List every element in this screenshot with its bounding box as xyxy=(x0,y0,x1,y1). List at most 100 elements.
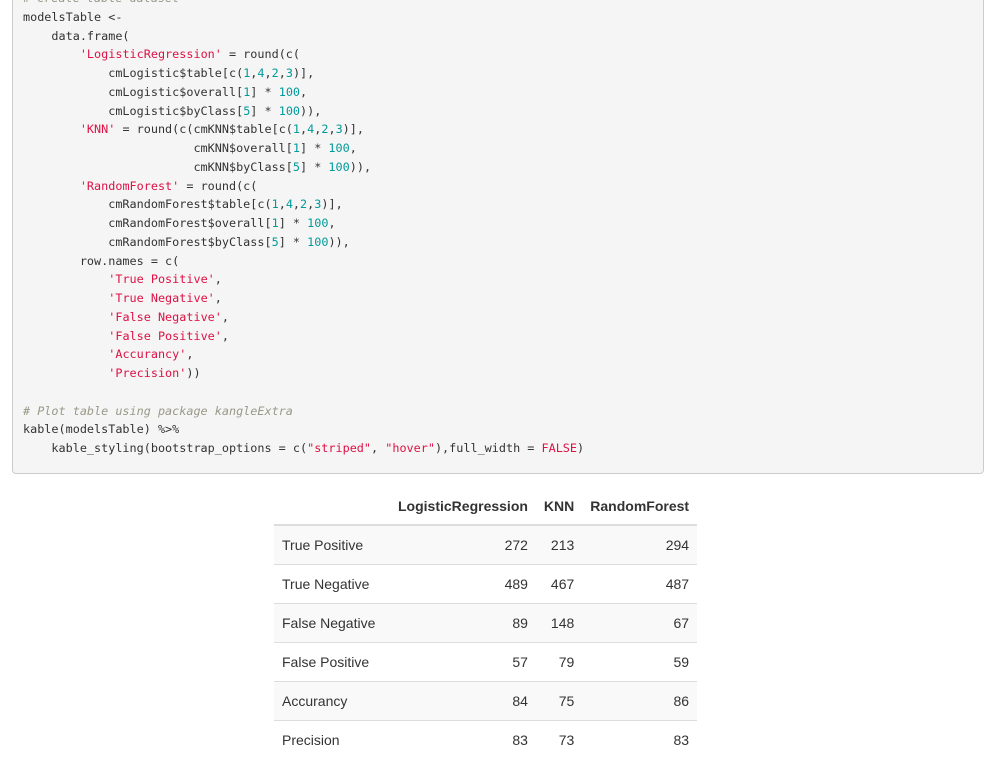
code-line: # Plot table using package kangleExtra xyxy=(23,402,983,421)
code-token-number: 100 xyxy=(328,160,349,174)
row-label: Accurancy xyxy=(274,682,390,721)
code-line: cmLogistic$byClass[5] * 100)), xyxy=(23,102,983,121)
code-token-plain: )], xyxy=(343,122,364,136)
cell-knn: 73 xyxy=(536,721,582,759)
code-token-number: 3 xyxy=(336,122,343,136)
code-token-string: 'True Positive' xyxy=(108,272,215,286)
code-token-plain: = round(c( xyxy=(179,179,257,193)
code-token-plain: , xyxy=(328,122,335,136)
code-token-plain: cmKNN$byClass[ xyxy=(23,160,293,174)
code-token-number: 3 xyxy=(286,66,293,80)
code-token-string: 'Accurancy' xyxy=(108,347,186,361)
code-token-number: 100 xyxy=(279,85,300,99)
table-row: Precision 83 73 83 xyxy=(274,721,697,759)
code-block: # Create table dataset modelsTable <- dat… xyxy=(12,0,984,474)
row-label: True Negative xyxy=(274,565,390,604)
code-token-plain xyxy=(23,122,80,136)
cell-knn: 75 xyxy=(536,682,582,721)
code-token-plain: )), xyxy=(300,104,321,118)
table-row: Accurancy 84 75 86 xyxy=(274,682,697,721)
code-token-plain: cmKNN$overall[ xyxy=(23,141,293,155)
code-token-plain: )) xyxy=(186,366,200,380)
code-token-plain: , xyxy=(350,141,357,155)
code-token-plain xyxy=(23,329,108,343)
code-token-plain: , xyxy=(279,197,286,211)
code-line: 'False Positive', xyxy=(23,327,983,346)
code-token-number: 1 xyxy=(272,197,279,211)
code-token-plain: )), xyxy=(350,160,371,174)
table-header-row: LogisticRegression KNN RandomForest xyxy=(274,488,697,525)
code-token-plain: modelsTable <- xyxy=(23,10,122,24)
code-token-comment: # Create table dataset xyxy=(23,0,179,5)
code-line: cmRandomForest$overall[1] * 100, xyxy=(23,214,983,233)
code-token-string: 'KNN' xyxy=(80,122,116,136)
code-token-plain: ] * xyxy=(250,85,278,99)
code-token-string: 'LogisticRegression' xyxy=(80,47,222,61)
table-row: False Positive 57 79 59 xyxy=(274,643,697,682)
code-line: 'True Negative', xyxy=(23,289,983,308)
table-row: True Negative 489 467 487 xyxy=(274,565,697,604)
code-token-plain: , xyxy=(371,441,385,455)
code-line: data.frame( xyxy=(23,27,983,46)
code-token-plain: , xyxy=(215,291,222,305)
code-line: cmRandomForest$byClass[5] * 100)), xyxy=(23,233,983,252)
code-token-plain: )], xyxy=(293,66,314,80)
code-token-plain: cmLogistic$byClass[ xyxy=(23,104,243,118)
code-token-plain: data.frame( xyxy=(23,29,130,43)
table-row: True Positive 272 213 294 xyxy=(274,525,697,565)
code-line: 'Precision')) xyxy=(23,364,983,383)
code-token-comment: # Plot table using package kangleExtra xyxy=(23,404,293,418)
code-token-plain: , xyxy=(222,329,229,343)
code-line: 'KNN' = round(c(cmKNN$table[c(1,4,2,3)], xyxy=(23,120,983,139)
cell-knn: 148 xyxy=(536,604,582,643)
table-header-corner xyxy=(274,488,390,525)
code-token-number: 100 xyxy=(307,235,328,249)
code-token-plain: ] * xyxy=(279,235,307,249)
code-token-string: 'False Positive' xyxy=(108,329,222,343)
code-source: # Create table dataset modelsTable <- dat… xyxy=(23,0,983,458)
code-token-number: 5 xyxy=(272,235,279,249)
table-header-knn: KNN xyxy=(536,488,582,525)
code-line: cmLogistic$table[c(1,4,2,3)], xyxy=(23,64,983,83)
code-token-plain: = round(c(cmKNN$table[c( xyxy=(115,122,293,136)
row-label: Precision xyxy=(274,721,390,759)
code-token-plain xyxy=(23,47,80,61)
code-token-plain: , xyxy=(293,197,300,211)
cell-randomforest: 59 xyxy=(582,643,697,682)
code-token-number: 4 xyxy=(286,197,293,211)
code-token-plain: cmLogistic$overall[ xyxy=(23,85,243,99)
cell-knn: 79 xyxy=(536,643,582,682)
code-token-plain: row.names = c( xyxy=(23,254,179,268)
code-token-plain xyxy=(23,310,108,324)
code-line: # Create table dataset xyxy=(23,0,983,8)
code-token-plain: ] * xyxy=(300,141,328,155)
code-token-plain xyxy=(23,291,108,305)
cell-randomforest: 294 xyxy=(582,525,697,565)
code-token-number: 2 xyxy=(272,66,279,80)
code-line: cmLogistic$overall[1] * 100, xyxy=(23,83,983,102)
table-row: False Negative 89 148 67 xyxy=(274,604,697,643)
code-token-plain: , xyxy=(328,216,335,230)
code-token-plain xyxy=(23,272,108,286)
code-token-string: 'False Negative' xyxy=(108,310,222,324)
row-label: False Negative xyxy=(274,604,390,643)
code-token-plain: = round(c( xyxy=(222,47,300,61)
cell-logistic: 89 xyxy=(390,604,536,643)
cell-randomforest: 86 xyxy=(582,682,697,721)
code-token-number: 1 xyxy=(293,122,300,136)
code-token-string: 'RandomForest' xyxy=(80,179,179,193)
code-token-plain: cmRandomForest$byClass[ xyxy=(23,235,272,249)
code-token-number: 5 xyxy=(293,160,300,174)
code-token-number: 4 xyxy=(257,66,264,80)
code-token-plain: ),full_width = xyxy=(435,441,542,455)
code-token-number: 100 xyxy=(279,104,300,118)
code-token-number: 1 xyxy=(293,141,300,155)
code-token-plain: cmLogistic$table[c( xyxy=(23,66,243,80)
code-token-plain: kable_styling(bootstrap_options = c( xyxy=(23,441,307,455)
code-token-plain: , xyxy=(279,66,286,80)
cell-logistic: 57 xyxy=(390,643,536,682)
code-token-plain: , xyxy=(265,66,272,80)
code-line xyxy=(23,383,983,402)
cell-randomforest: 83 xyxy=(582,721,697,759)
code-token-number: 100 xyxy=(328,141,349,155)
